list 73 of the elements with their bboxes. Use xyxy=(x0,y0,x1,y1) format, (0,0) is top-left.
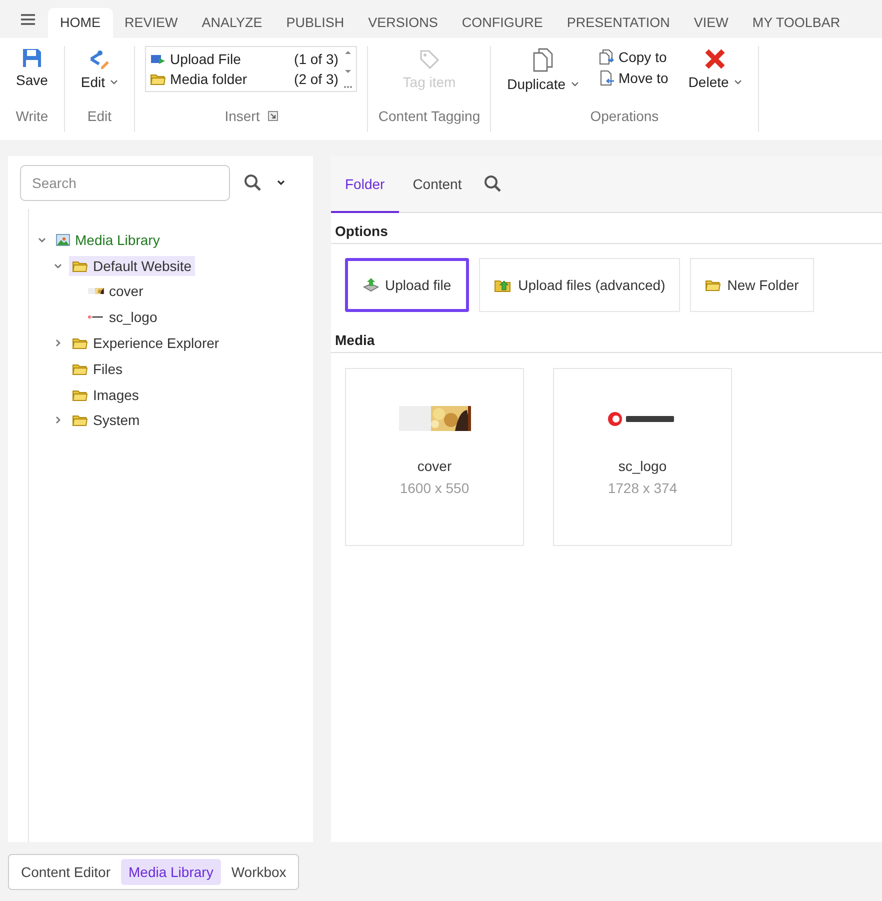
menu-tab[interactable]: PUBLISH xyxy=(274,8,356,38)
media-name: cover xyxy=(417,458,452,474)
app-tab[interactable]: Media Library xyxy=(120,859,222,885)
menu-tab[interactable]: VERSIONS xyxy=(356,8,450,38)
dropdown-icon[interactable] xyxy=(276,179,286,187)
tree-item[interactable]: System xyxy=(69,410,143,430)
option-button[interactable]: Upload files (advanced) xyxy=(479,258,680,312)
insert-option[interactable]: Upload File (1 of 3) xyxy=(150,49,338,69)
menu-tab[interactable]: REVIEW xyxy=(112,8,190,38)
search-icon[interactable] xyxy=(244,174,262,192)
group-label: Edit xyxy=(87,108,112,124)
ribbon-button[interactable]: Edit xyxy=(74,46,124,92)
section-title: Media xyxy=(331,322,882,353)
menu-tab[interactable]: PRESENTATION xyxy=(554,8,682,38)
menu-tab[interactable]: MY TOOLBAR xyxy=(740,8,852,38)
folder-icon xyxy=(150,72,166,86)
app-tab[interactable]: Workbox xyxy=(223,859,294,885)
panel-tab[interactable]: Folder xyxy=(331,156,399,213)
tree-item[interactable]: Files xyxy=(69,358,126,379)
tree-item[interactable]: cover xyxy=(85,281,146,302)
media-size: 1728 x 374 xyxy=(608,480,678,496)
group-label: Operations xyxy=(590,108,659,124)
more-icon[interactable] xyxy=(344,85,352,89)
ribbon-button[interactable]: Move to xyxy=(598,67,668,88)
tag-icon xyxy=(418,48,440,70)
ribbon-button[interactable]: Delete xyxy=(682,46,748,92)
search-field[interactable]: Search xyxy=(20,165,230,201)
ribbon-button[interactable]: Save xyxy=(10,46,54,90)
group-label: Content Tagging xyxy=(378,108,480,124)
folder-icon xyxy=(72,362,88,376)
media-card[interactable]: sc_logo 1728 x 374 xyxy=(553,368,732,546)
launcher-icon[interactable] xyxy=(268,111,278,121)
ribbon-button[interactable]: Duplicate xyxy=(501,46,584,94)
tree-item[interactable]: sc_logo xyxy=(85,307,160,328)
save-icon xyxy=(22,48,42,68)
folder-icon xyxy=(72,336,88,350)
folder-icon xyxy=(72,413,88,428)
folder-icon xyxy=(72,258,88,273)
scroll-up-icon[interactable] xyxy=(344,49,352,57)
copy-icon xyxy=(598,48,614,64)
panel-tab[interactable]: Content xyxy=(398,156,476,213)
cross-icon xyxy=(704,48,726,70)
section-title: Options xyxy=(331,213,882,244)
app-tab[interactable]: Content Editor xyxy=(13,859,118,885)
folder-icon xyxy=(72,388,88,402)
image-icon xyxy=(56,234,70,246)
group-label: Insert xyxy=(224,108,260,124)
tree-item[interactable]: Media Library xyxy=(53,230,163,250)
option-button[interactable]: Upload file xyxy=(345,258,470,312)
menu-tab[interactable]: VIEW xyxy=(682,8,740,38)
media-card[interactable]: cover 1600 x 550 xyxy=(345,368,524,546)
upload-icon xyxy=(150,52,166,66)
media-name: sc_logo xyxy=(618,458,667,474)
folder-icon xyxy=(705,278,722,292)
expand-icon[interactable] xyxy=(53,338,63,348)
scroll-down-icon[interactable] xyxy=(344,67,352,75)
menu-tab[interactable]: HOME xyxy=(48,8,112,38)
tree-item[interactable]: Default Website xyxy=(69,256,195,276)
ribbon-button[interactable]: Copy to xyxy=(598,46,668,67)
pages-icon xyxy=(532,48,554,72)
menu-icon[interactable] xyxy=(21,14,35,24)
tree-item[interactable]: Experience Explorer xyxy=(69,333,222,354)
menu-tab[interactable]: CONFIGURE xyxy=(450,8,555,38)
branch-pencil-icon xyxy=(88,48,110,70)
upload-icon xyxy=(363,277,379,293)
tree-item[interactable]: Images xyxy=(69,384,142,405)
option-button[interactable]: New Folder xyxy=(690,258,814,312)
document-arrow-icon xyxy=(598,70,614,86)
media-size: 1600 x 550 xyxy=(400,480,470,496)
expand-icon[interactable] xyxy=(53,415,63,426)
group-label: Write xyxy=(16,108,48,124)
insert-option[interactable]: Media folder (2 of 3) xyxy=(150,69,338,89)
menu-tab[interactable]: ANALYZE xyxy=(190,8,274,38)
